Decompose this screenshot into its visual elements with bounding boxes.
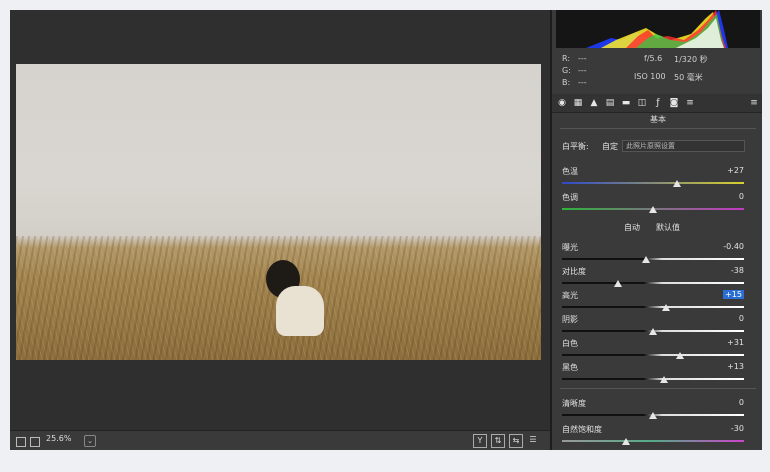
slider-thumb[interactable] [661, 304, 670, 311]
subject-body [276, 286, 324, 336]
slider-label: 色调 [562, 193, 578, 202]
slider-label: 清晰度 [562, 399, 586, 408]
white-balance-select[interactable]: 此照片原照设置 [622, 140, 745, 152]
slider-track[interactable] [562, 354, 744, 356]
b-value: --- [578, 78, 587, 87]
g-value: --- [578, 66, 587, 75]
slider-thumb[interactable] [649, 412, 657, 419]
slider-label: 自然饱和度 [562, 425, 602, 434]
slider-track[interactable] [562, 258, 744, 260]
bottom-toolbar: 25.6% ⌄ Y ⇅ ⇆ ☰ [10, 430, 550, 450]
slider-label: 白色 [562, 339, 578, 348]
single-view-icon[interactable] [16, 437, 26, 447]
effects-icon[interactable]: ƒ [652, 97, 664, 109]
section-title: 基本 [650, 115, 666, 124]
chevron-down-icon[interactable]: ⌄ [84, 435, 96, 447]
histogram [556, 10, 760, 48]
slider-value[interactable]: +15 [723, 290, 744, 299]
hsl-icon[interactable]: ▤ [604, 97, 616, 109]
presets-icon[interactable]: ≡ [684, 97, 696, 109]
white-balance-value: 自定 [602, 142, 618, 151]
preview-area: 25.6% ⌄ Y ⇅ ⇆ ☰ [10, 10, 550, 450]
camera-raw-window: 25.6% ⌄ Y ⇅ ⇆ ☰ R: --- G: --- B: --- f/5… [10, 10, 762, 450]
slider-label: 对比度 [562, 267, 586, 276]
iso: ISO 100 [634, 72, 666, 81]
focal-length: 50 毫米 [674, 73, 703, 82]
slider-thumb[interactable] [676, 352, 685, 359]
slider-thumb[interactable] [649, 206, 657, 213]
divider [560, 128, 756, 129]
slider-value[interactable]: +31 [727, 338, 744, 347]
auto-button[interactable]: 自动 [624, 222, 640, 233]
slider-label: 阴影 [562, 315, 578, 324]
r-value: --- [578, 54, 587, 63]
slider-value[interactable]: 0 [739, 314, 744, 323]
slider-value[interactable]: -0.40 [723, 242, 744, 251]
slider-thumb[interactable] [614, 280, 623, 287]
slider-thumb[interactable] [641, 256, 650, 263]
sliders-icon[interactable]: ☰ [527, 434, 539, 446]
zoom-level[interactable]: 25.6% [46, 434, 71, 443]
slider-thumb[interactable] [659, 376, 668, 383]
slider-value[interactable]: +27 [727, 166, 744, 175]
slider-thumb[interactable] [621, 438, 630, 445]
slider-value[interactable]: 0 [739, 398, 744, 407]
slider-thumb[interactable] [672, 180, 681, 187]
slider-track[interactable] [562, 306, 744, 308]
tone-curve-icon[interactable]: ▦ [572, 97, 584, 109]
photo-preview[interactable] [16, 64, 541, 360]
panel-tabs: ◉ ▦ ▲ ▤ ▬ ◫ ƒ ◙ ≡ ≡ [552, 94, 762, 113]
slider-value[interactable]: 0 [739, 192, 744, 201]
shutter-speed: 1/320 秒 [674, 55, 708, 64]
adjustment-panel: R: --- G: --- B: --- f/5.6 1/320 秒 ISO 1… [550, 10, 762, 450]
slider-track[interactable] [562, 282, 744, 284]
split-toning-icon[interactable]: ▬ [620, 97, 632, 109]
slider-value[interactable]: +13 [727, 362, 744, 371]
slider-track[interactable] [562, 378, 744, 380]
slider-value[interactable]: -38 [731, 266, 744, 275]
r-label: R: [562, 54, 571, 63]
g-label: G: [562, 66, 571, 75]
slider-track[interactable] [562, 182, 744, 184]
basic-tab-icon[interactable]: ◉ [556, 97, 568, 109]
white-balance-placeholder: 此照片原照设置 [626, 142, 675, 150]
camera-calibration-icon[interactable]: ◙ [668, 97, 680, 109]
slider-label: 曝光 [562, 243, 578, 252]
divider [560, 388, 756, 389]
slider-label: 黑色 [562, 363, 578, 372]
detail-icon[interactable]: ▲ [588, 97, 600, 109]
slider-value[interactable]: -30 [731, 424, 744, 433]
compare-icon[interactable]: ⇅ [491, 434, 505, 448]
default-button[interactable]: 默认值 [656, 222, 680, 233]
view-y-icon[interactable]: Y [473, 434, 487, 448]
slider-label: 色温 [562, 167, 578, 176]
lens-icon[interactable]: ◫ [636, 97, 648, 109]
panel-menu-icon[interactable]: ≡ [748, 97, 760, 109]
aperture: f/5.6 [644, 54, 663, 63]
white-balance-label: 白平衡: [562, 142, 589, 151]
swap-icon[interactable]: ⇆ [509, 434, 523, 448]
slider-track[interactable] [562, 440, 744, 442]
before-after-icon[interactable] [30, 437, 40, 447]
b-label: B: [562, 78, 571, 87]
slider-thumb[interactable] [649, 328, 657, 335]
slider-label: 高光 [562, 291, 578, 300]
